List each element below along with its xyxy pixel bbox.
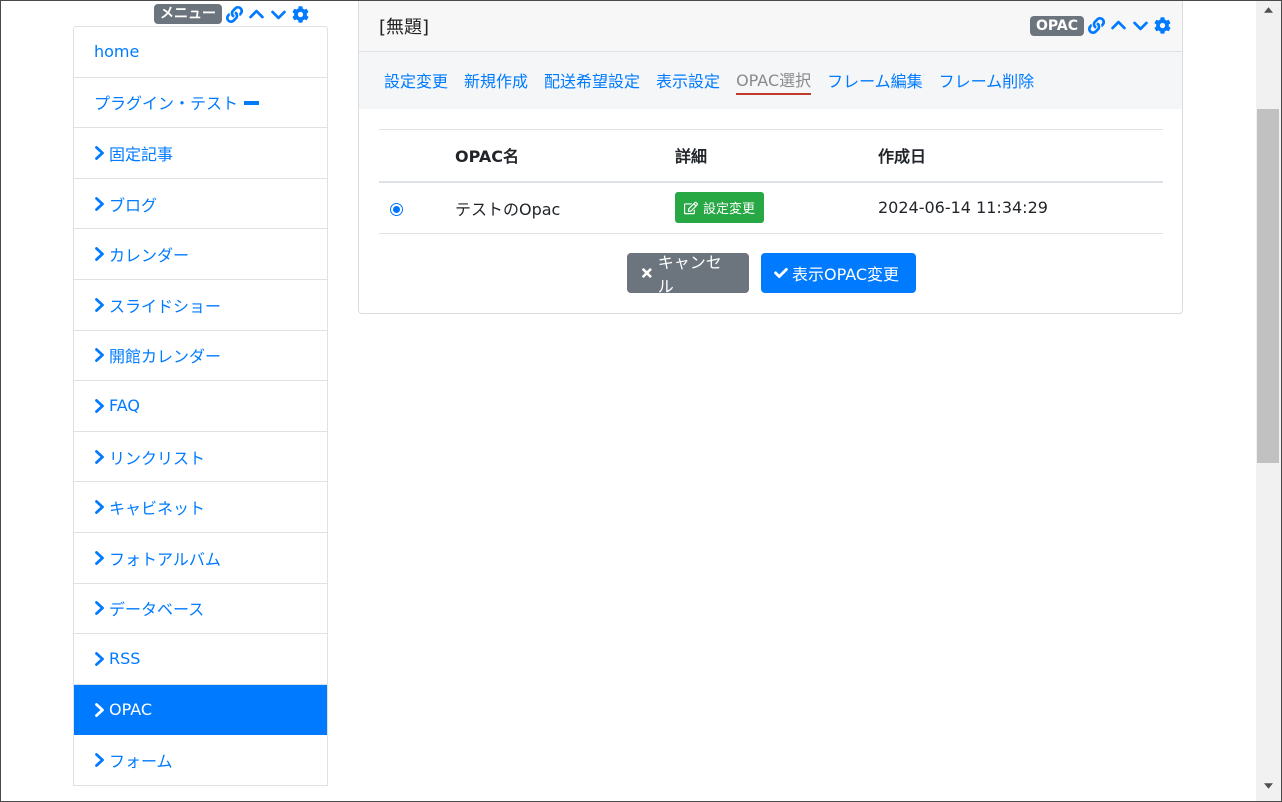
link-icon[interactable] xyxy=(225,5,244,24)
sidebar-item-label: ブログ xyxy=(109,195,158,215)
edit-tab[interactable]: フレーム削除 xyxy=(939,68,1035,94)
gear-icon[interactable] xyxy=(291,5,310,24)
sidebar-item-label: キャビネット xyxy=(109,499,206,519)
sidebar-item-label: OPAC xyxy=(109,700,153,720)
opac-table: OPAC名 詳細 作成日 テストのOpac 設定変更 2024-06-14 11… xyxy=(379,129,1163,234)
chevron-right-icon xyxy=(94,196,106,211)
chevron-right-icon xyxy=(94,601,106,616)
chevron-right-icon xyxy=(94,500,106,515)
sidebar-item[interactable]: 開館カレンダー xyxy=(74,331,327,382)
select-cell xyxy=(379,181,443,234)
frame-title: [無題] xyxy=(379,16,430,38)
sidebar-item-label: 固定記事 xyxy=(109,144,174,164)
sidebar-item[interactable]: OPAC xyxy=(74,684,327,736)
frame-header: [無題] OPAC xyxy=(359,0,1182,52)
sidebar-item[interactable]: フォーム xyxy=(74,735,327,786)
check-icon xyxy=(774,267,788,279)
sidebar-item[interactable]: フォトアルバム xyxy=(74,533,327,584)
sidebar-item[interactable]: スライドショー xyxy=(74,280,327,331)
cancel-label: キャンセル xyxy=(657,253,722,296)
sidebar-item-label: RSS xyxy=(109,649,141,669)
opac-frame: [無題] OPAC 設定変更 新規作成 配送希望設定 表示設定 OPAC選択 フレーム編集… xyxy=(358,0,1183,314)
opac-name-cell: テストのOpac xyxy=(443,181,663,234)
chevron-up-icon[interactable] xyxy=(247,5,266,24)
chevron-down-icon[interactable] xyxy=(269,5,288,24)
sidebar-item[interactable]: リンクリスト xyxy=(74,432,327,483)
sidebar-item[interactable]: ブログ xyxy=(74,179,327,230)
sidebar-item[interactable]: データベース xyxy=(74,584,327,635)
chevron-right-icon xyxy=(94,550,106,565)
change-display-opac-button[interactable]: 表示OPAC変更 xyxy=(761,253,916,293)
edit-settings-button[interactable]: 設定変更 xyxy=(675,192,765,224)
sidebar-item[interactable]: RSS xyxy=(74,634,327,685)
chevron-right-icon xyxy=(94,652,106,666)
chevron-right-icon xyxy=(94,348,106,363)
edit-tab[interactable]: OPAC選択 xyxy=(736,67,812,95)
header-detail: 詳細 xyxy=(663,129,866,183)
sidebar-item-label: データベース xyxy=(109,600,205,620)
scroll-up-arrow-icon[interactable] xyxy=(1256,1,1281,18)
sidebar-item[interactable]: home xyxy=(74,27,327,78)
edit-tab[interactable]: 配送希望設定 xyxy=(544,68,640,94)
table-header-row: OPAC名 詳細 作成日 xyxy=(379,129,1163,183)
scrollbar-thumb[interactable] xyxy=(1257,109,1279,463)
menu-frame-badge: メニュー xyxy=(154,4,222,24)
sidebar-item-label: 開館カレンダー xyxy=(109,347,222,367)
scroll-down-arrow-icon[interactable] xyxy=(1256,777,1281,794)
header-select xyxy=(379,129,443,183)
header-created: 作成日 xyxy=(866,129,1163,183)
chevron-right-icon xyxy=(94,753,106,768)
form-buttons: キャンセル 表示OPAC変更 xyxy=(627,253,916,296)
chevron-right-icon xyxy=(94,449,106,464)
detail-cell: 設定変更 xyxy=(663,181,866,234)
sidebar-item-label: home xyxy=(94,42,140,62)
edit-settings-label: 設定変更 xyxy=(703,202,756,218)
gear-icon[interactable] xyxy=(1153,16,1172,35)
submenu-dash-icon xyxy=(244,101,260,106)
times-icon xyxy=(642,268,652,278)
edit-tabs: 設定変更 新規作成 配送希望設定 表示設定 OPAC選択 フレーム編集 フレーム削除 xyxy=(359,52,1182,109)
sidebar-item-label: フォトアルバム xyxy=(109,549,221,569)
header-opac-name: OPAC名 xyxy=(443,129,663,183)
edit-icon xyxy=(684,201,698,214)
sidebar-item-label: スライドショー xyxy=(109,296,222,316)
edit-tab[interactable]: 表示設定 xyxy=(656,68,720,94)
plugin-badge: OPAC xyxy=(1030,15,1084,36)
frame-header-tools: OPAC xyxy=(1030,15,1172,36)
sidebar-item-label: フォーム xyxy=(109,752,173,772)
sidebar-item[interactable]: キャビネット xyxy=(74,482,327,533)
sidebar-item-label: プラグイン・テスト xyxy=(94,94,239,114)
opac-select-radio[interactable] xyxy=(390,203,403,217)
menu-frame-toolbar: メニュー xyxy=(154,3,310,25)
sidebar-menu: home プラグイン・テスト固定記事ブログカレンダースライドショー 開館カレンダー F… xyxy=(73,26,328,786)
sidebar-item-label: リンクリスト xyxy=(109,448,206,468)
edit-tab[interactable]: 新規作成 xyxy=(464,68,528,94)
sidebar-item-label: FAQ xyxy=(109,396,140,416)
created-cell: 2024-06-14 11:34:29 xyxy=(866,181,1163,234)
cancel-button[interactable]: キャンセル xyxy=(627,253,749,296)
chevron-right-icon xyxy=(94,247,106,262)
link-icon[interactable] xyxy=(1087,16,1106,35)
change-display-opac-label: 表示OPAC変更 xyxy=(792,265,900,284)
sidebar-item[interactable]: 固定記事 xyxy=(74,128,327,179)
sidebar-item-label: カレンダー xyxy=(109,246,190,266)
chevron-right-icon xyxy=(94,702,106,717)
chevron-right-icon xyxy=(94,297,106,312)
table-row: テストのOpac 設定変更 2024-06-14 11:34:29 xyxy=(379,181,1163,234)
chevron-down-icon[interactable] xyxy=(1131,16,1150,35)
vertical-scrollbar[interactable] xyxy=(1256,1,1281,801)
sidebar-item[interactable]: カレンダー xyxy=(74,229,327,280)
sidebar-item[interactable]: FAQ xyxy=(74,381,327,432)
chevron-right-icon xyxy=(94,399,106,413)
edit-tab[interactable]: 設定変更 xyxy=(384,68,448,94)
edit-tab[interactable]: フレーム編集 xyxy=(827,68,923,94)
sidebar-item[interactable]: プラグイン・テスト xyxy=(74,78,327,129)
chevron-up-icon[interactable] xyxy=(1109,16,1128,35)
chevron-right-icon xyxy=(94,146,106,160)
